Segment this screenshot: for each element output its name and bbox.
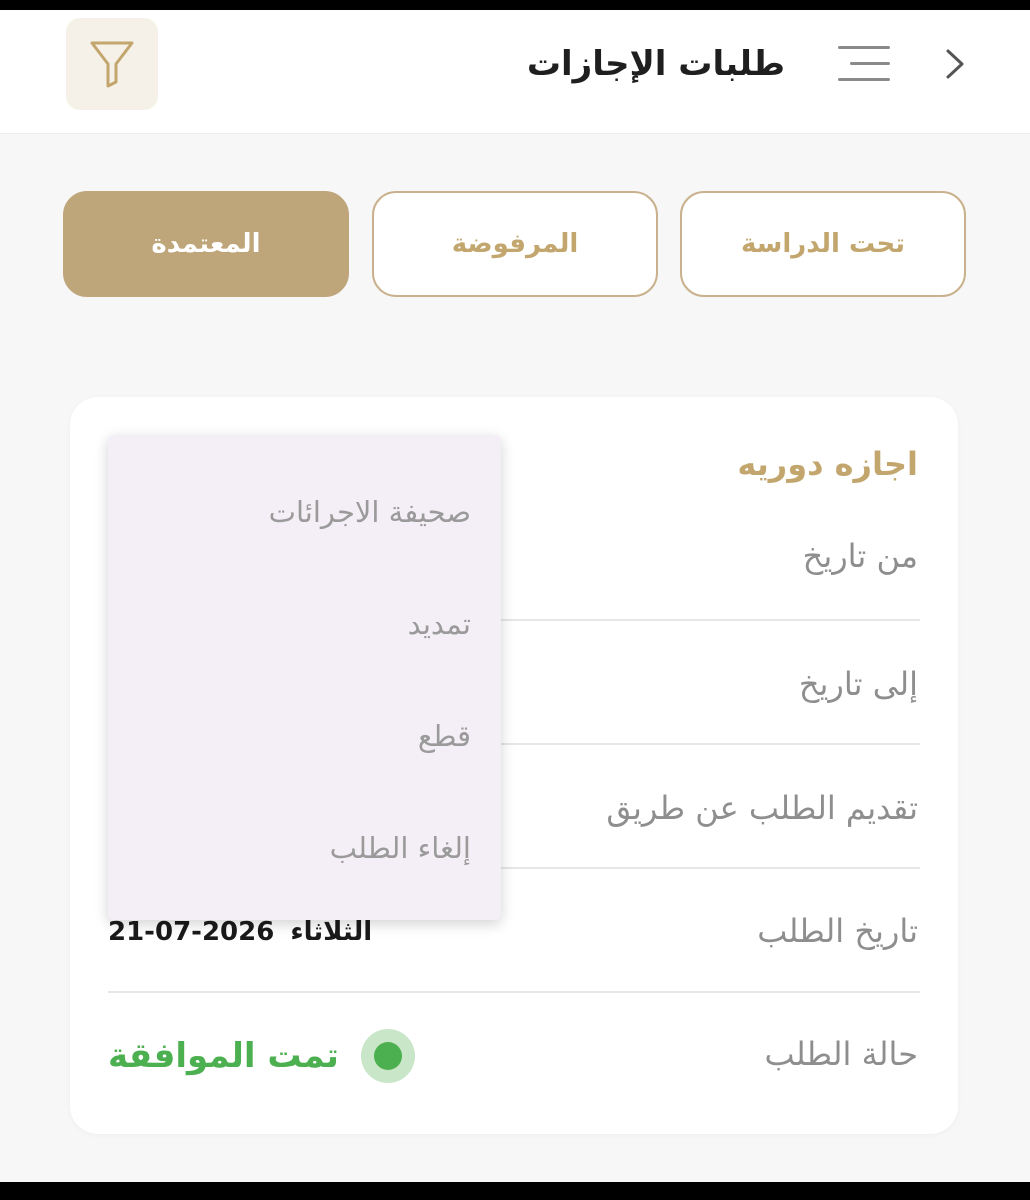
back-button[interactable]	[935, 44, 975, 84]
menu-button[interactable]	[832, 38, 890, 88]
tab-label: تحت الدراسة	[741, 229, 905, 259]
menu-item-cancel-request[interactable]: إلغاء الطلب	[330, 831, 471, 865]
menu-item-procedures-sheet[interactable]: صحيفة الاجرائات	[269, 495, 471, 529]
request-date-value: الثلاثاء 21-07-2026	[108, 917, 372, 947]
request-date-number: 21-07-2026	[108, 917, 275, 947]
leave-type-title: اجازه دوريه	[737, 445, 918, 483]
tab-label: المرفوضة	[451, 229, 579, 259]
chevron-right-icon	[946, 49, 964, 79]
page-title: طلبات الإجازات	[526, 44, 785, 84]
filter-icon	[90, 41, 134, 88]
tab-under-review[interactable]: تحت الدراسة	[680, 191, 966, 297]
app-screen: طلبات الإجازات تحت الدراسة المرفوضة المع…	[0, 10, 1030, 1182]
filter-button[interactable]	[66, 18, 158, 110]
menu-icon-line	[850, 62, 890, 65]
request-date-day: الثلاثاء	[290, 917, 373, 947]
tab-label: المعتمدة	[151, 229, 261, 259]
submitted-via-label: تقديم الطلب عن طريق	[606, 789, 918, 827]
to-date-label: إلى تاريخ	[798, 665, 918, 703]
menu-icon-line	[838, 46, 890, 49]
tab-rejected[interactable]: المرفوضة	[372, 191, 658, 297]
from-date-label: من تاريخ	[802, 537, 918, 575]
status-dot-icon	[360, 1029, 415, 1083]
request-date-label: تاريخ الطلب	[757, 912, 918, 950]
status-badge: تمت الموافقة	[108, 1029, 415, 1083]
menu-item-cut[interactable]: قطع	[418, 719, 471, 753]
tab-approved[interactable]: المعتمدة	[63, 191, 349, 297]
actions-popup-menu: صحيفة الاجرائات تمديد قطع إلغاء الطلب	[108, 435, 501, 920]
status-text: تمت الموافقة	[108, 1036, 339, 1076]
menu-icon-line	[838, 78, 890, 81]
app-header: طلبات الإجازات	[0, 10, 1030, 134]
menu-item-extend[interactable]: تمديد	[408, 607, 471, 641]
divider	[108, 991, 920, 993]
status-label: حالة الطلب	[764, 1035, 918, 1073]
